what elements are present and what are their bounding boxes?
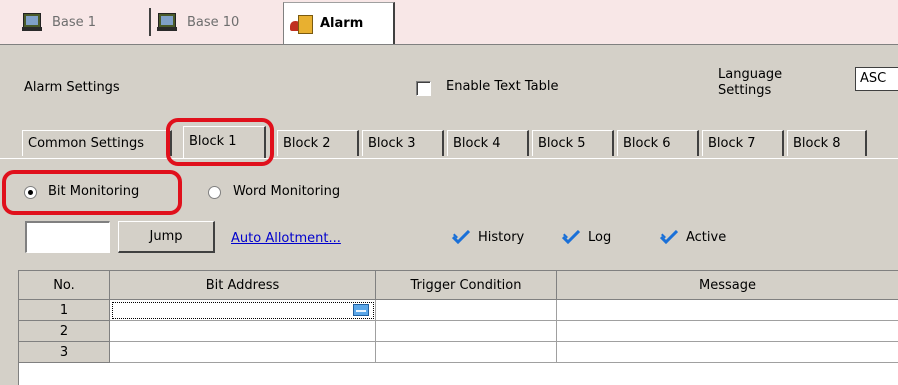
jump-button[interactable]: Jump [118, 221, 215, 253]
row-number: 2 [19, 321, 110, 342]
tab-underline [0, 158, 898, 159]
trigger-condition-cell[interactable] [376, 321, 557, 342]
tab-block-2[interactable]: Block 2 [277, 130, 359, 156]
tab-common-settings[interactable]: Common Settings [22, 130, 172, 156]
doc-tab-label: Alarm [320, 16, 364, 31]
table-header: No. Bit Address Trigger Condition Messag… [19, 271, 898, 300]
word-monitoring-radio[interactable] [208, 186, 221, 199]
language-label-line1: Language [718, 67, 783, 82]
doc-tab-base-10[interactable]: Base 10 [157, 3, 239, 41]
language-label-line2: Settings [718, 83, 772, 98]
active-label: Active [686, 230, 727, 245]
bit-monitoring-radio[interactable] [24, 186, 37, 199]
document-tab-bar: Base 1 Base 10 Alarm [0, 0, 898, 45]
tab-block-4[interactable]: Block 4 [447, 130, 529, 156]
row-number: 1 [19, 300, 110, 321]
jump-input[interactable] [25, 221, 110, 253]
column-header-trigger-condition[interactable]: Trigger Condition [376, 271, 557, 300]
bit-monitoring-label: Bit Monitoring [48, 184, 140, 199]
monitor-icon [22, 13, 42, 31]
language-settings-field[interactable]: ASC [855, 67, 898, 91]
alarm-table: No. Bit Address Trigger Condition Messag… [18, 270, 898, 385]
monitor-icon [157, 13, 177, 31]
word-monitoring-label: Word Monitoring [233, 184, 341, 199]
doc-tab-alarm[interactable]: Alarm [283, 2, 395, 44]
bit-address-cell[interactable] [110, 321, 376, 342]
language-settings-label: Language Settings [718, 67, 782, 99]
history-checkmark-icon[interactable] [451, 229, 471, 245]
message-cell[interactable] [557, 321, 898, 342]
doc-tab-label: Base 10 [187, 14, 240, 30]
log-label: Log [588, 230, 612, 245]
column-header-no[interactable]: No. [19, 271, 110, 300]
alarm-settings-header: Alarm Settings Enable Text Table Languag… [0, 45, 898, 123]
doc-tab-base-1[interactable]: Base 1 [22, 3, 96, 41]
bit-address-cell[interactable] [110, 300, 376, 321]
tab-block-5[interactable]: Block 5 [532, 130, 614, 156]
block-tab-bar: Common Settings Block 1 Block 2 Block 3 … [0, 126, 898, 158]
tab-block-8[interactable]: Block 8 [787, 130, 867, 156]
history-label: History [478, 230, 525, 245]
alarm-settings-title: Alarm Settings [24, 80, 120, 95]
enable-text-table-checkbox[interactable] [416, 81, 431, 96]
doc-tab-label: Base 1 [52, 14, 97, 30]
trigger-condition-cell[interactable] [376, 342, 557, 363]
active-checkmark-icon[interactable] [659, 229, 679, 245]
log-checkmark-icon[interactable] [561, 229, 581, 245]
bit-address-cell[interactable] [110, 342, 376, 363]
column-header-bit-address[interactable]: Bit Address [110, 271, 376, 300]
tab-block-7[interactable]: Block 7 [702, 130, 784, 156]
message-cell[interactable] [557, 342, 898, 363]
auto-allotment-link[interactable]: Auto Allotment... [231, 231, 341, 246]
tab-separator [149, 8, 151, 36]
alarm-editor-window: Base 1 Base 10 Alarm Alarm Settings Enab… [0, 0, 898, 385]
message-cell[interactable] [557, 300, 898, 321]
keypad-icon[interactable] [353, 304, 369, 316]
trigger-condition-cell[interactable] [376, 300, 557, 321]
tab-block-3[interactable]: Block 3 [362, 130, 444, 156]
alarm-icon [290, 14, 313, 34]
row-number: 3 [19, 342, 110, 363]
tab-block-6[interactable]: Block 6 [617, 130, 699, 156]
tab-block-1[interactable]: Block 1 [183, 126, 266, 158]
enable-text-table-label: Enable Text Table [446, 79, 559, 94]
column-header-message[interactable]: Message [557, 271, 898, 300]
